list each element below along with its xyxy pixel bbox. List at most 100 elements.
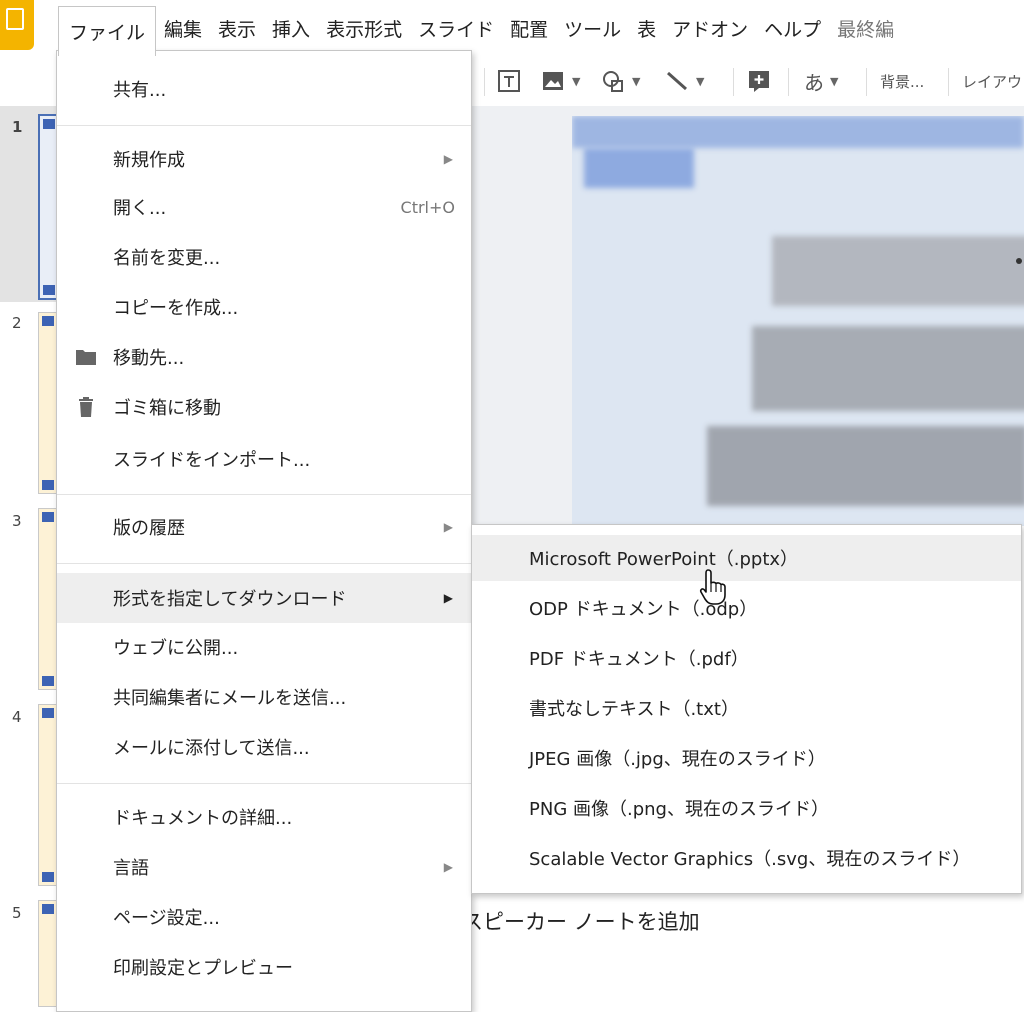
submenu-arrow-icon: ▶ (443, 591, 453, 605)
input-tools-label: あ (804, 70, 824, 95)
menu-item-label: ゴミ箱に移動 (113, 398, 221, 419)
menu-table[interactable]: 表 (629, 0, 664, 56)
chevron-down-icon: ▼ (632, 74, 641, 88)
menu-item-label: 共同編集者にメールを送信... (113, 688, 347, 709)
last-edit-link[interactable]: 最終編 (829, 0, 902, 56)
slide-marker (42, 316, 54, 326)
menu-format[interactable]: 表示形式 (318, 0, 410, 56)
menu-item-language[interactable]: 言語 ▶ (57, 845, 471, 889)
menu-item-label: 印刷設定とプレビュー (113, 958, 293, 979)
shape-icon (603, 71, 623, 92)
menu-item-publish-to-web[interactable]: ウェブに公開... (57, 625, 471, 669)
new-comment-button[interactable] (746, 64, 772, 98)
menu-help[interactable]: ヘルプ (756, 0, 829, 56)
download-svg[interactable]: Scalable Vector Graphics（.svg、現在のスライド） (472, 835, 1021, 881)
input-tools-button[interactable]: あ ▼ (804, 64, 838, 98)
chevron-down-icon: ▼ (696, 74, 705, 88)
slides-logo[interactable] (0, 0, 34, 50)
submenu-arrow-icon: ▶ (443, 520, 453, 534)
menu-view[interactable]: 表示 (210, 0, 264, 56)
toolbar-separator (788, 68, 789, 96)
menu-item-label: スライドをインポート... (113, 450, 311, 471)
slide-number: 4 (12, 708, 22, 726)
speaker-notes-field[interactable]: スピーカー ノートを追加 (462, 906, 700, 936)
slide-header-bar (572, 116, 1024, 148)
menu-item-shortcut: Ctrl+O (400, 197, 455, 217)
submenu-item-label: PDF ドキュメント（.pdf） (529, 649, 749, 670)
line-icon (667, 71, 687, 91)
menu-divider (57, 125, 471, 126)
download-odp[interactable]: ODP ドキュメント（.odp） (472, 585, 1021, 631)
download-txt[interactable]: 書式なしテキスト（.txt） (472, 685, 1021, 731)
download-submenu: Microsoft PowerPoint（.pptx） ODP ドキュメント（.… (471, 524, 1022, 894)
slide-number: 5 (12, 904, 22, 922)
menu-item-rename[interactable]: 名前を変更... (57, 235, 471, 279)
menu-item-share[interactable]: 共有... (57, 67, 471, 111)
chevron-down-icon: ▼ (830, 74, 839, 88)
download-pptx[interactable]: Microsoft PowerPoint（.pptx） (472, 535, 1021, 581)
background-button[interactable]: 背景... (880, 64, 924, 98)
menu-item-label: ドキュメントの詳細... (113, 808, 293, 829)
menu-item-email-as-attachment[interactable]: メールに添付して送信... (57, 725, 471, 769)
menu-item-import-slides[interactable]: スライドをインポート... (57, 437, 471, 481)
menu-item-new[interactable]: 新規作成 ▶ (57, 137, 471, 181)
menu-edit[interactable]: 編集 (156, 0, 210, 56)
menu-item-email-collaborators[interactable]: 共同編集者にメールを送信... (57, 675, 471, 719)
menu-slide[interactable]: スライド (410, 0, 502, 56)
menu-item-version-history[interactable]: 版の履歴 ▶ (57, 505, 471, 549)
menu-item-label: 版の履歴 (113, 518, 185, 539)
menu-insert[interactable]: 挿入 (264, 0, 318, 56)
trash-icon (79, 397, 93, 417)
menu-item-move-to[interactable]: 移動先... (57, 335, 471, 379)
submenu-item-label: Microsoft PowerPoint（.pptx） (529, 549, 799, 570)
menu-tools[interactable]: ツール (556, 0, 629, 56)
menu-item-download-as[interactable]: 形式を指定してダウンロード ▶ (57, 573, 471, 623)
menu-item-move-to-trash[interactable]: ゴミ箱に移動 (57, 385, 471, 429)
menu-item-print-preview[interactable]: 印刷設定とプレビュー (57, 945, 471, 989)
submenu-arrow-icon: ▶ (443, 152, 453, 166)
layout-button[interactable]: レイアウ (962, 64, 1022, 98)
slide-marker (43, 119, 55, 129)
menu-arrange[interactable]: 配置 (502, 0, 556, 56)
menu-item-document-details[interactable]: ドキュメントの詳細... (57, 795, 471, 839)
image-button[interactable]: ▼ (540, 64, 580, 98)
chevron-down-icon: ▼ (572, 74, 581, 88)
line-button[interactable]: ▼ (664, 64, 704, 98)
submenu-arrow-icon: ▶ (443, 860, 453, 874)
submenu-item-label: Scalable Vector Graphics（.svg、現在のスライド） (529, 849, 971, 870)
menu-divider (57, 563, 471, 564)
slide-number: 3 (12, 512, 22, 530)
menu-divider (57, 783, 471, 784)
submenu-item-label: JPEG 画像（.jpg、現在のスライド） (529, 749, 826, 770)
toolbar-separator (866, 68, 867, 96)
download-jpeg[interactable]: JPEG 画像（.jpg、現在のスライド） (472, 735, 1021, 781)
slide-preview-pixelated[interactable] (572, 116, 1024, 526)
menu-item-make-copy[interactable]: コピーを作成... (57, 285, 471, 329)
shape-button[interactable]: ▼ (600, 64, 640, 98)
menu-item-page-setup[interactable]: ページ設定... (57, 895, 471, 939)
toolbar-separator (948, 68, 949, 96)
slide-edge-mark (1016, 258, 1022, 264)
slide-marker (42, 512, 54, 522)
menubar: ファイル 編集 表示 挿入 表示形式 スライド 配置 ツール 表 アドオン ヘル… (34, 0, 1024, 56)
submenu-item-label: 書式なしテキスト（.txt） (529, 699, 739, 720)
menu-file[interactable]: ファイル (58, 6, 157, 56)
text-box-button[interactable] (496, 64, 522, 98)
menu-item-open[interactable]: 開く... Ctrl+O (57, 185, 471, 229)
menu-item-label: 言語 (113, 858, 149, 879)
slide-number: 1 (12, 118, 23, 136)
download-png[interactable]: PNG 画像（.png、現在のスライド） (472, 785, 1021, 831)
image-icon (543, 72, 563, 90)
slides-logo-icon (6, 8, 24, 30)
text-box-icon (498, 70, 520, 92)
slide-number: 2 (12, 314, 22, 332)
menu-item-label: メールに添付して送信... (113, 738, 310, 759)
menu-divider (57, 494, 471, 495)
hand-pointer-cursor-icon (699, 569, 726, 605)
menu-addons[interactable]: アドオン (664, 0, 756, 56)
submenu-item-label: PNG 画像（.png、現在のスライド） (529, 799, 829, 820)
slide-marker (42, 676, 54, 686)
menu-item-label: ウェブに公開... (113, 638, 239, 659)
download-pdf[interactable]: PDF ドキュメント（.pdf） (472, 635, 1021, 681)
menu-item-label: 新規作成 (113, 150, 185, 171)
